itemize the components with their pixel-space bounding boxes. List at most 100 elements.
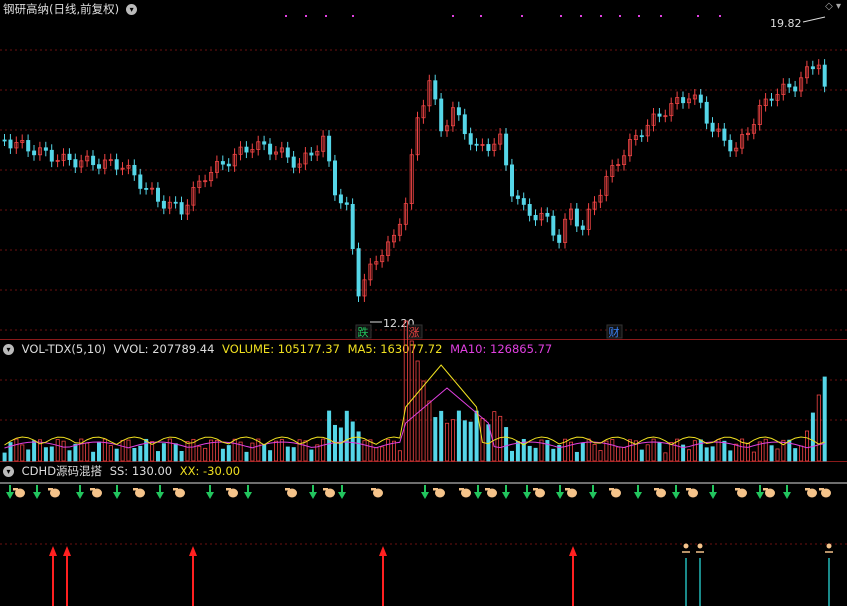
- volume-bar: [374, 447, 379, 462]
- volume-bar: [73, 443, 78, 462]
- volume-bar: [421, 380, 426, 462]
- hand-icon-finger: [565, 488, 570, 491]
- volume-bar: [155, 451, 160, 462]
- volume-bar: [427, 400, 432, 462]
- price-candle: [332, 160, 337, 196]
- volume-bar: [468, 421, 473, 462]
- hand-icon-finger: [133, 488, 138, 491]
- hand-icon-finger: [819, 488, 824, 491]
- hand-icon-finger: [13, 488, 18, 491]
- price-candle: [32, 150, 37, 156]
- buy-arrow-head: [589, 492, 597, 499]
- hand-icon-finger: [173, 488, 178, 491]
- price-candle: [132, 164, 137, 176]
- buy-arrow-head: [502, 492, 510, 499]
- volume-bar: [309, 449, 314, 462]
- price-candle: [509, 164, 514, 197]
- volume-bar: [344, 410, 349, 462]
- price-candle: [179, 202, 184, 215]
- volume-bar: [85, 442, 90, 462]
- volume-bar: [291, 447, 296, 462]
- price-candle: [810, 66, 815, 70]
- volume-bar: [173, 443, 178, 462]
- price-candle: [8, 139, 13, 149]
- price-candle: [327, 135, 332, 162]
- buy-arrow-head: [756, 492, 764, 499]
- volume-bar: [415, 360, 420, 462]
- volume-bar: [657, 442, 662, 462]
- volume-bar: [197, 445, 202, 462]
- signal-dot: [619, 15, 621, 17]
- buy-arrow-head: [709, 492, 717, 499]
- buy-arrow-head: [244, 492, 252, 499]
- volume-bar: [533, 447, 538, 462]
- buy-arrow-head: [672, 492, 680, 499]
- volume-bar: [262, 443, 267, 462]
- volume-bar: [391, 440, 396, 462]
- price-candle: [244, 146, 249, 153]
- volume-bar: [645, 444, 650, 462]
- volume-bar: [14, 438, 19, 462]
- volume-bar: [474, 410, 479, 462]
- volume-bar: [362, 440, 367, 462]
- price-candle: [515, 195, 520, 199]
- hand-icon-finger: [323, 488, 328, 491]
- stock-chart-canvas[interactable]: 19.8212.20跌涨财: [0, 0, 847, 606]
- price-high-label: 19.82: [770, 17, 802, 30]
- price-candle: [43, 147, 48, 151]
- price-candle: [144, 188, 149, 190]
- volume-bar: [250, 442, 255, 462]
- buy-arrow-head: [523, 492, 531, 499]
- volume-bar: [403, 320, 408, 462]
- volume-bar: [805, 430, 810, 462]
- buy-arrow-head: [206, 492, 214, 499]
- volume-bar: [663, 452, 668, 462]
- volume-bar: [397, 450, 402, 462]
- volume-bar: [598, 450, 603, 462]
- volume-bar: [120, 439, 125, 462]
- event-mark-0: 跌: [358, 325, 369, 339]
- hand-icon-finger: [805, 488, 810, 491]
- price-candle: [350, 203, 355, 250]
- price-candle: [521, 198, 526, 205]
- volume-bar: [498, 415, 503, 462]
- volume-bar: [273, 440, 278, 462]
- price-candle: [91, 155, 96, 166]
- hand-icon-finger: [533, 488, 538, 491]
- volume-bar: [492, 411, 497, 462]
- volume-bar: [433, 417, 438, 462]
- signal-dot: [352, 15, 354, 17]
- volume-bar: [462, 420, 467, 462]
- price-candle: [551, 215, 556, 236]
- signal-dot: [285, 15, 287, 17]
- price-candle: [155, 187, 160, 202]
- price-candle: [226, 163, 231, 167]
- buy-arrow-head: [474, 492, 482, 499]
- volume-bar: [32, 440, 37, 462]
- volume-bar: [226, 445, 231, 462]
- hand-icon-finger: [285, 488, 290, 491]
- volume-bar: [816, 394, 821, 462]
- volume-bar: [91, 451, 96, 462]
- sell-arrow-head: [569, 546, 577, 556]
- signal-dot: [480, 15, 482, 17]
- volume-bar: [20, 444, 25, 462]
- price-candle: [49, 149, 54, 162]
- volume-bar: [751, 451, 756, 462]
- volume-bar: [746, 442, 751, 462]
- price-candle: [291, 156, 296, 168]
- volume-bar: [728, 450, 733, 462]
- volume-bar: [504, 427, 509, 462]
- event-mark-1: 涨: [409, 326, 420, 339]
- signal-dot: [580, 15, 582, 17]
- person-icon: [826, 543, 832, 549]
- buy-arrow-head: [338, 492, 346, 499]
- price-candle: [769, 98, 774, 101]
- volume-bar: [799, 445, 804, 462]
- hand-icon-finger: [90, 488, 95, 491]
- person-icon: [683, 543, 689, 549]
- volume-bar: [687, 449, 692, 462]
- price-candle: [722, 128, 727, 141]
- volume-bar: [445, 422, 450, 462]
- price-candle: [698, 94, 703, 103]
